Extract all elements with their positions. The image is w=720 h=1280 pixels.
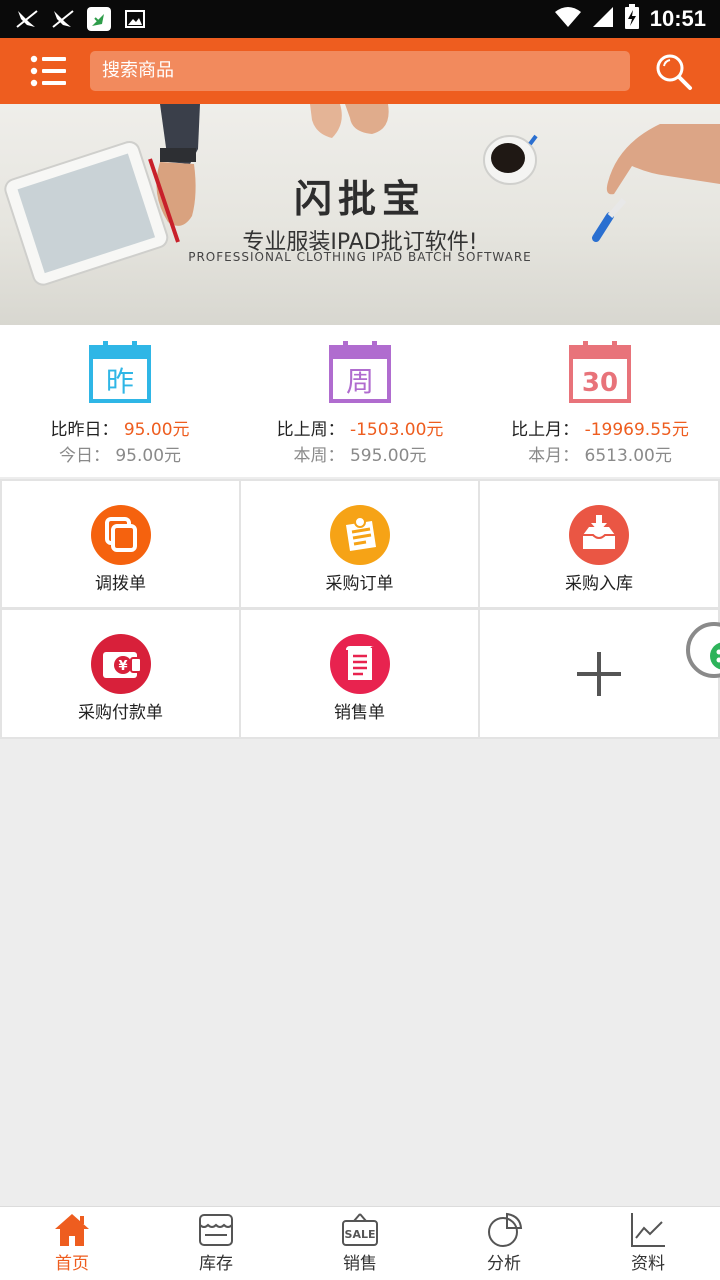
- list-menu-icon[interactable]: [26, 51, 68, 91]
- cell-label: 调拨单: [95, 574, 146, 594]
- inbox-download-icon: [569, 505, 629, 565]
- transfer-order-button[interactable]: 调拨单: [2, 481, 239, 607]
- signal-icon: [592, 6, 614, 32]
- stat-label: 比昨日：: [50, 420, 119, 440]
- stat-week-compare: 比上周： -1503.00元: [240, 415, 480, 440]
- payment-wallet-yen-icon: ¥: [90, 634, 151, 694]
- search-input[interactable]: 搜索商品: [90, 51, 630, 91]
- tab-label: 分析: [487, 1254, 521, 1274]
- status-time: 10:51: [649, 6, 706, 31]
- status-bar: 10:51: [0, 0, 720, 38]
- notification-bird-icon: [50, 6, 76, 32]
- purchase-inbound-button[interactable]: 采购入库: [480, 481, 718, 607]
- tab-label: 库存: [199, 1254, 233, 1274]
- calendar-month-icon: 30: [569, 341, 631, 403]
- status-notifications: [14, 6, 148, 32]
- stat-value: -19969.55元: [584, 420, 689, 440]
- app-header: 搜索商品: [0, 38, 720, 104]
- svg-text:周: 周: [346, 365, 374, 398]
- purchase-order-button[interactable]: 采购订单: [241, 481, 478, 607]
- stat-label: 比上月：: [511, 420, 580, 440]
- cell-label: 采购订单: [325, 574, 394, 594]
- stat-day[interactable]: 昨 比昨日： 95.00元 今日： 95.00元: [0, 325, 240, 477]
- stat-day-compare: 比昨日： 95.00元: [0, 415, 240, 440]
- tab-sales[interactable]: SALE 销售: [288, 1207, 432, 1280]
- tab-analysis[interactable]: 分析: [432, 1207, 576, 1280]
- pie-chart-icon: [488, 1212, 523, 1247]
- tab-data[interactable]: 资料: [576, 1207, 720, 1280]
- stat-value: -1503.00元: [349, 420, 444, 440]
- function-grid: 调拨单 采购订单 采购入库 ¥ 采购付款单 销售单: [0, 479, 720, 739]
- sales-order-button[interactable]: 销售单: [241, 610, 478, 737]
- sale-tag-icon: SALE: [342, 1213, 378, 1246]
- search-icon[interactable]: [652, 50, 694, 92]
- smiley-face-icon: [710, 642, 720, 670]
- svg-text:¥: ¥: [118, 659, 127, 674]
- stat-label: 本月：: [528, 446, 580, 466]
- transfer-copy-icon: [90, 505, 151, 565]
- stat-week[interactable]: 周 比上周： -1503.00元 本周： 595.00元: [240, 325, 480, 477]
- bottom-navigation: 首页 库存 SALE 销售 分析 资料: [0, 1206, 720, 1280]
- stat-month-compare: 比上月： -19969.55元: [480, 415, 720, 440]
- tab-label: 首页: [55, 1254, 89, 1274]
- tab-label: 资料: [631, 1254, 665, 1274]
- sales-receipt-scroll-icon: [329, 634, 390, 694]
- svg-text:30: 30: [582, 368, 618, 398]
- image-notification-icon: [122, 6, 148, 32]
- line-chart-icon: [631, 1213, 665, 1247]
- notification-bird-icon: [14, 6, 40, 32]
- cell-label: 采购付款单: [78, 703, 163, 723]
- tab-inventory[interactable]: 库存: [144, 1207, 288, 1280]
- cell-label: 采购入库: [565, 574, 633, 594]
- stat-label: 比上周：: [276, 420, 345, 440]
- add-function-button[interactable]: [480, 610, 718, 737]
- purchase-payment-button[interactable]: ¥ 采购付款单: [2, 610, 239, 737]
- home-icon: [55, 1214, 89, 1246]
- add-plus-icon: [577, 651, 621, 696]
- stat-day-current: 今日： 95.00元: [0, 441, 240, 466]
- svg-text:昨: 昨: [106, 365, 134, 398]
- store-inventory-icon: [199, 1214, 233, 1246]
- stat-label: 今日：: [58, 446, 110, 466]
- app-notification-icon: [86, 6, 112, 32]
- stat-value: 595.00元: [349, 446, 427, 466]
- tab-label: 销售: [343, 1254, 377, 1274]
- svg-text:SALE: SALE: [345, 1228, 376, 1241]
- calendar-day-icon: 昨: [89, 341, 151, 403]
- stat-label: 本周：: [293, 446, 345, 466]
- stat-week-current: 本周： 595.00元: [240, 441, 480, 466]
- banner-title: 闪批宝: [293, 176, 426, 221]
- promo-banner[interactable]: 闪批宝 专业服装IPAD批订软件! PROFESSIONAL CLOTHING …: [0, 104, 720, 325]
- stat-value: 95.00元: [123, 420, 190, 440]
- stat-month[interactable]: 30 比上月： -19969.55元 本月： 6513.00元: [480, 325, 720, 477]
- tab-home[interactable]: 首页: [0, 1207, 144, 1280]
- battery-charging-icon: [624, 4, 640, 34]
- purchase-order-notepad-icon: [329, 505, 390, 565]
- calendar-week-icon: 周: [329, 341, 391, 403]
- stat-month-current: 本月： 6513.00元: [480, 441, 720, 466]
- status-system: 10:51: [554, 4, 706, 34]
- sales-stats: 昨 比昨日： 95.00元 今日： 95.00元 周 比上周： -1503.00…: [0, 325, 720, 477]
- stat-value: 6513.00元: [584, 446, 672, 466]
- cell-label: 销售单: [334, 703, 385, 723]
- wifi-icon: [554, 6, 582, 32]
- stat-value: 95.00元: [115, 446, 182, 466]
- banner-subtitle-en: PROFESSIONAL CLOTHING IPAD BATCH SOFTWAR…: [188, 250, 532, 264]
